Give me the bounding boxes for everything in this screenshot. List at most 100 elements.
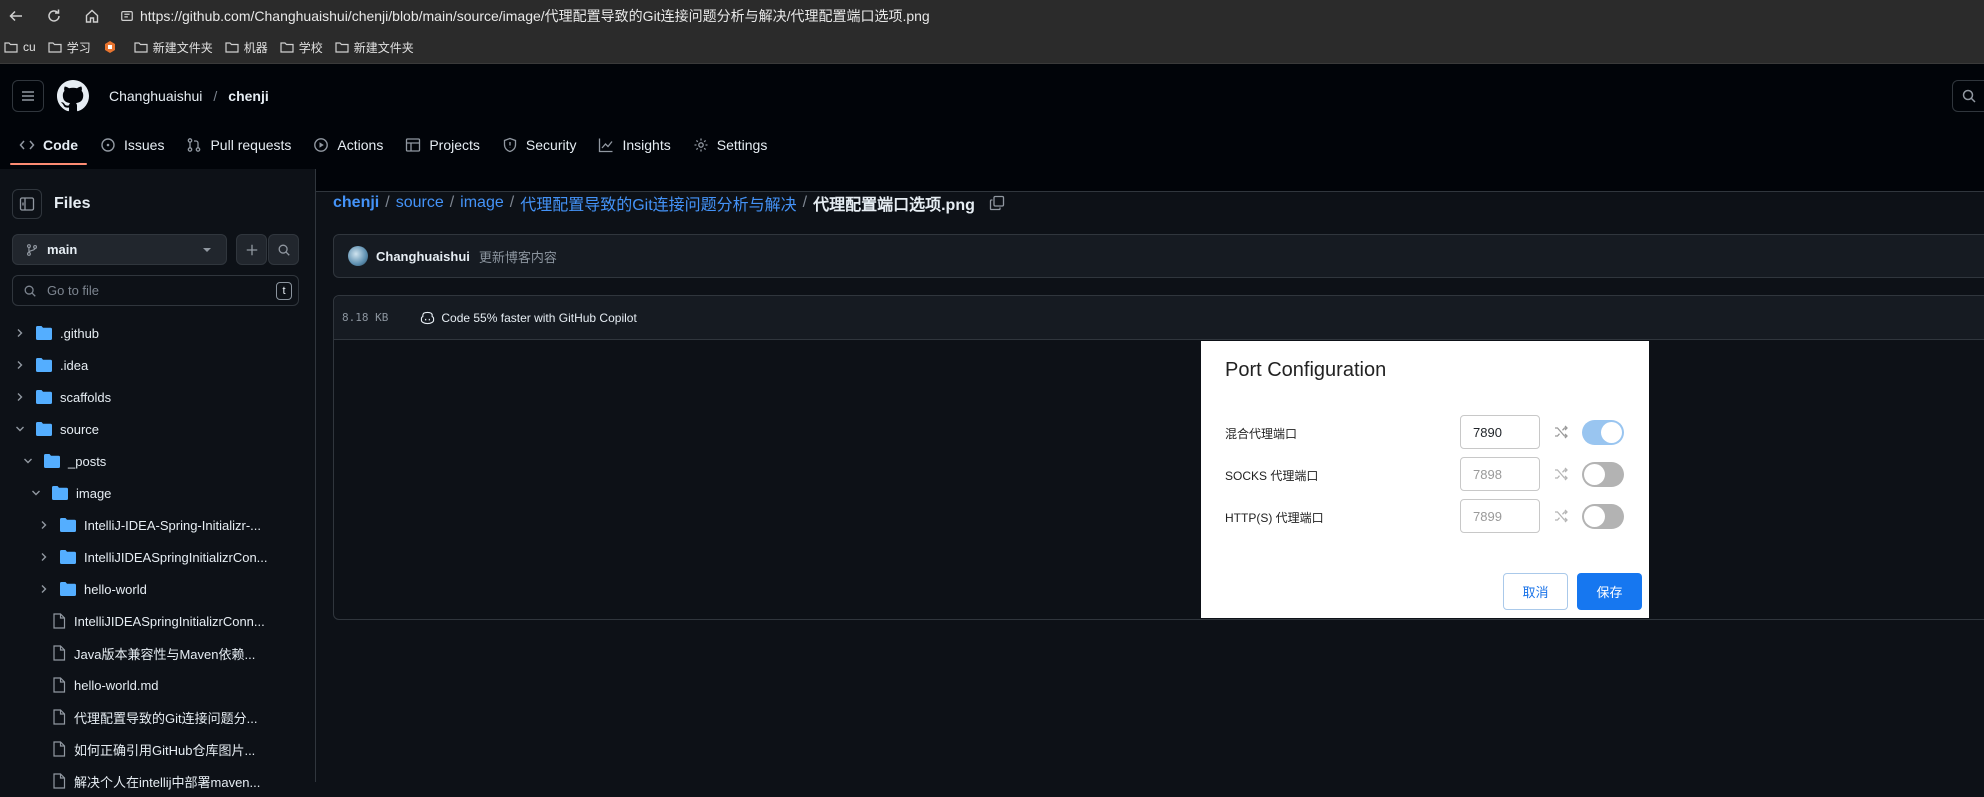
- socks-port-input[interactable]: 7898: [1460, 457, 1540, 491]
- owner-link[interactable]: Changhuaishui: [109, 88, 202, 104]
- caret-down-icon: [203, 248, 211, 252]
- chevron-down-icon[interactable]: [14, 424, 26, 434]
- tree-item[interactable]: IntelliJIDEASpringInitializrConn...: [0, 605, 316, 637]
- breadcrumb-source[interactable]: source: [396, 194, 444, 212]
- bookmark-new-folder-1[interactable]: 新建文件夹: [134, 39, 213, 56]
- avatar[interactable]: [348, 246, 368, 266]
- menu-icon[interactable]: [12, 80, 44, 112]
- search-icon: [24, 285, 36, 297]
- http-port-toggle[interactable]: [1582, 504, 1624, 529]
- file-icon: [52, 741, 66, 757]
- mixed-port-toggle[interactable]: [1582, 420, 1624, 445]
- shield-icon: [503, 137, 517, 153]
- bookmark-school[interactable]: 学校: [280, 39, 323, 56]
- folder-icon: [60, 582, 76, 596]
- tree-item[interactable]: source: [0, 413, 316, 445]
- reload-icon[interactable]: [42, 4, 66, 28]
- http-port-input[interactable]: 7899: [1460, 499, 1540, 533]
- branch-selector[interactable]: main: [12, 234, 227, 265]
- bookmark-cu[interactable]: cu: [4, 40, 36, 54]
- bookmark-favicon[interactable]: [103, 40, 122, 54]
- tree-item[interactable]: IntelliJ-IDEA-Spring-Initializr-...: [0, 509, 316, 541]
- tree-item[interactable]: 如何正确引用GitHub仓库图片...: [0, 733, 316, 765]
- repo-link[interactable]: chenji: [228, 88, 268, 104]
- mixed-port-input[interactable]: 7890: [1460, 415, 1540, 449]
- header-search-button[interactable]: [1952, 80, 1984, 112]
- breadcrumb-root[interactable]: chenji: [333, 194, 379, 212]
- tree-item-label: 解决个人在intellij中部署maven...: [74, 774, 261, 790]
- tab-settings[interactable]: Settings: [684, 125, 777, 165]
- commit-message[interactable]: 更新博客内容: [479, 247, 557, 266]
- site-info-icon[interactable]: [120, 9, 134, 23]
- collapse-sidebar-icon[interactable]: [12, 189, 42, 219]
- tree-item-label: IntelliJ-IDEA-Spring-Initializr-...: [84, 517, 261, 533]
- shuffle-icon[interactable]: [1553, 508, 1569, 524]
- copilot-promo[interactable]: Code 55% faster with GitHub Copilot: [420, 311, 637, 325]
- address-bar[interactable]: https://github.com/Changhuaishui/chenji/…: [120, 2, 1984, 29]
- tab-issues[interactable]: Issues: [91, 125, 173, 165]
- chevron-right-icon[interactable]: [38, 584, 50, 594]
- tree-item[interactable]: image: [0, 477, 316, 509]
- chevron-down-icon[interactable]: [30, 488, 42, 498]
- tree-item[interactable]: IntelliJIDEASpringInitializrCon...: [0, 541, 316, 573]
- shuffle-icon[interactable]: [1553, 424, 1569, 440]
- folder-outline-icon: [335, 42, 349, 53]
- chevron-down-icon[interactable]: [22, 456, 34, 466]
- tab-code[interactable]: Code: [10, 125, 87, 165]
- repo-nav: Code Issues Pull requests Actions Projec…: [10, 125, 780, 165]
- bookmark-new-folder-2[interactable]: 新建文件夹: [335, 39, 414, 56]
- chevron-right-icon[interactable]: [14, 328, 26, 338]
- home-icon[interactable]: [80, 4, 104, 28]
- tree-item-label: Java版本兼容性与Maven依赖...: [74, 646, 256, 662]
- tree-item-label: .github: [60, 325, 100, 341]
- plus-icon: [246, 244, 257, 255]
- chevron-right-icon[interactable]: [38, 520, 50, 530]
- shuffle-icon[interactable]: [1553, 466, 1569, 482]
- socks-port-toggle[interactable]: [1582, 462, 1624, 487]
- file-icon: [52, 645, 66, 661]
- go-to-file-input[interactable]: Go to file t: [12, 275, 299, 306]
- folder-icon: [60, 550, 76, 564]
- socks-port-row: SOCKS 代理端口 7898: [1225, 457, 1629, 491]
- folder-icon: [36, 390, 52, 404]
- tree-item[interactable]: 解决个人在intellij中部署maven...: [0, 765, 316, 797]
- gear-icon: [694, 138, 708, 152]
- tab-insights[interactable]: Insights: [589, 125, 679, 165]
- tree-item[interactable]: _posts: [0, 445, 316, 477]
- search-files-button[interactable]: [268, 234, 299, 265]
- chevron-right-icon[interactable]: [38, 552, 50, 562]
- add-file-button[interactable]: [236, 234, 267, 265]
- bookmark-machine[interactable]: 机器: [225, 39, 268, 56]
- breadcrumb-image[interactable]: image: [460, 194, 504, 212]
- tab-actions[interactable]: Actions: [304, 125, 392, 165]
- file-icon: [52, 677, 66, 693]
- github-logo-icon[interactable]: [57, 80, 89, 112]
- bookmark-study[interactable]: 学习: [48, 39, 91, 56]
- code-icon: [19, 140, 35, 150]
- tree-item[interactable]: .idea: [0, 349, 316, 381]
- tab-security[interactable]: Security: [493, 125, 586, 165]
- chevron-right-icon[interactable]: [14, 360, 26, 370]
- breadcrumb-folder[interactable]: 代理配置导致的Git连接问题分析与解决: [520, 191, 796, 215]
- folder-outline-icon: [225, 42, 239, 53]
- tab-pull-requests[interactable]: Pull requests: [177, 125, 300, 165]
- tree-item[interactable]: .github: [0, 317, 316, 349]
- tree-item[interactable]: Java版本兼容性与Maven依赖...: [0, 637, 316, 669]
- tree-item-label: image: [76, 485, 112, 501]
- graph-icon: [599, 138, 613, 153]
- tab-projects[interactable]: Projects: [396, 125, 489, 165]
- file-tree-sidebar: Files main Go to file t .github .idea sc…: [0, 169, 316, 790]
- tree-item[interactable]: hello-world.md: [0, 669, 316, 701]
- tree-item[interactable]: 代理配置导致的Git连接问题分...: [0, 701, 316, 733]
- back-icon[interactable]: [4, 4, 28, 28]
- copy-path-icon[interactable]: [989, 195, 1005, 211]
- folder-outline-icon: [4, 42, 18, 53]
- tree-item[interactable]: scaffolds: [0, 381, 316, 413]
- save-button[interactable]: 保存: [1577, 573, 1642, 610]
- tree-item-label: hello-world: [84, 581, 147, 597]
- tree-item[interactable]: hello-world: [0, 573, 316, 605]
- commit-author[interactable]: Changhuaishui: [376, 249, 470, 264]
- cancel-button[interactable]: 取消: [1503, 573, 1568, 610]
- search-icon: [278, 244, 290, 256]
- chevron-right-icon[interactable]: [14, 392, 26, 402]
